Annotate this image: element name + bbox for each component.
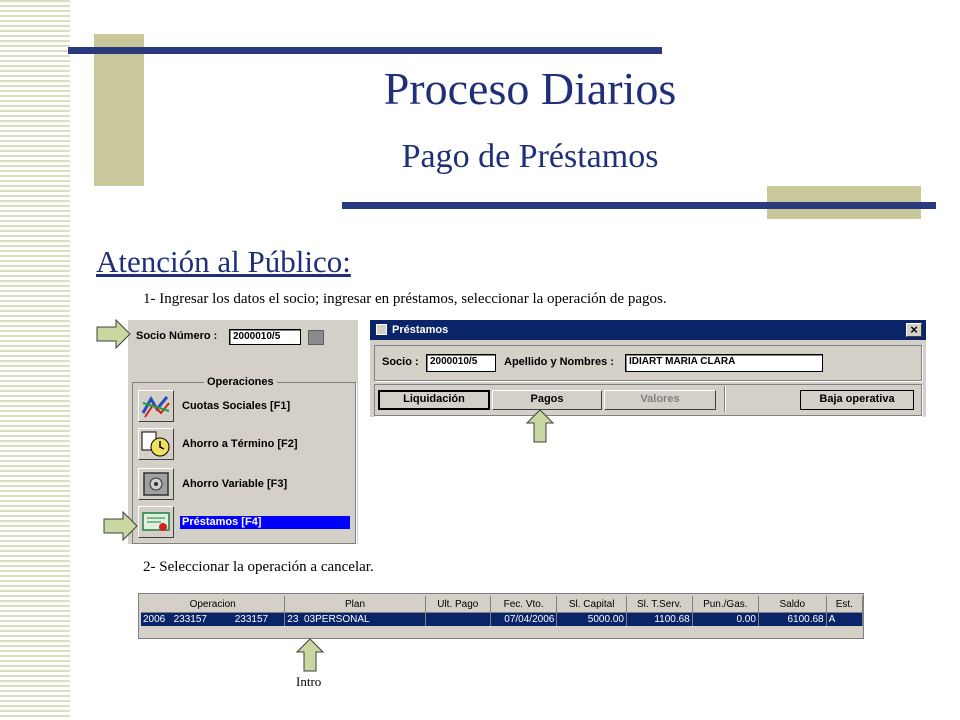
page-title: Proceso Diarios bbox=[383, 63, 677, 114]
arrow-right-icon bbox=[96, 319, 131, 349]
cell-pun-gas: 0.00 bbox=[692, 612, 759, 626]
baja-operativa-button[interactable]: Baja operativa bbox=[800, 390, 914, 410]
window-titlebar: Préstamos × bbox=[370, 320, 926, 340]
cell-sl-tserv: 1100.68 bbox=[626, 612, 693, 626]
lookup-button[interactable] bbox=[308, 330, 324, 345]
socio-numero-label: Socio Número : bbox=[136, 330, 218, 342]
table-row[interactable]: 2006 233157 233157 23 03PERSONAL 07/04/2… bbox=[141, 612, 863, 626]
socio-label: Socio : bbox=[382, 356, 419, 368]
intro-key-label: Intro bbox=[296, 674, 322, 689]
grid-header-ult-pago[interactable]: Ult. Pago bbox=[425, 596, 491, 613]
operation-item-cuotas[interactable]: Cuotas Sociales [F1] bbox=[138, 388, 348, 424]
separator bbox=[724, 386, 726, 412]
cuotas-icon bbox=[138, 390, 174, 422]
member-operations-panel: Socio Número : 2000010/5 Operaciones Cuo… bbox=[128, 320, 358, 544]
grid-header-sl-tserv[interactable]: Sl. T.Serv. bbox=[626, 596, 693, 613]
decorative-bar-top bbox=[68, 47, 662, 54]
operation-item-label-selected: Préstamos [F4] bbox=[180, 516, 350, 529]
page-subtitle: Pago de Préstamos bbox=[401, 138, 659, 175]
operations-grid: Operacion Plan Ult. Pago Fec. Vto. Sl. C… bbox=[138, 593, 864, 639]
arrow-up-icon bbox=[296, 638, 324, 672]
window-close-button[interactable]: × bbox=[906, 323, 922, 337]
operation-item-ahorro-termino[interactable]: Ahorro a Término [F2] bbox=[138, 426, 348, 462]
safe-icon bbox=[138, 468, 174, 500]
cell-saldo: 6100.68 bbox=[758, 612, 827, 626]
arrow-up-icon bbox=[526, 409, 554, 443]
operation-item-label: Cuotas Sociales [F1] bbox=[182, 400, 291, 412]
grid-header-sl-capital[interactable]: Sl. Capital bbox=[556, 596, 627, 613]
cell-sl-capital: 5000.00 bbox=[556, 612, 627, 626]
window-title: Préstamos bbox=[392, 324, 449, 336]
step-1-text: 1- Ingresar los datos el socio; ingresar… bbox=[143, 291, 667, 307]
operaciones-group-title: Operaciones bbox=[204, 376, 277, 388]
operation-item-ahorro-variable[interactable]: Ahorro Variable [F3] bbox=[138, 466, 348, 502]
operation-item-label: Ahorro a Término [F2] bbox=[182, 438, 298, 450]
pagos-button[interactable]: Pagos bbox=[492, 390, 602, 410]
liquidacion-button[interactable]: Liquidación bbox=[378, 390, 490, 410]
grid-header-saldo[interactable]: Saldo bbox=[758, 596, 827, 613]
clock-icon bbox=[138, 428, 174, 460]
decorative-stripes bbox=[0, 0, 70, 720]
valores-button[interactable]: Valores bbox=[604, 390, 716, 410]
nombre-field[interactable]: IDIART MARIA CLARA bbox=[625, 354, 823, 372]
arrow-right-icon bbox=[103, 511, 138, 541]
socio-numero-field[interactable]: 2000010/5 bbox=[229, 329, 301, 345]
grid-header-est[interactable]: Est. bbox=[826, 596, 863, 613]
grid-header-fec-vto[interactable]: Fec. Vto. bbox=[490, 596, 558, 613]
decorative-bar-right bbox=[342, 202, 936, 209]
cell-est: A bbox=[826, 612, 863, 626]
cell-fec-vto: 07/04/2006 bbox=[490, 612, 558, 626]
section-heading: Atención al Público: bbox=[96, 244, 351, 279]
grid-header-operacion[interactable]: Operacion bbox=[141, 596, 286, 613]
prestamos-window: Préstamos × Socio : 2000010/5 Apellido y… bbox=[370, 320, 926, 417]
nombre-label: Apellido y Nombres : bbox=[504, 356, 615, 368]
window-icon bbox=[376, 324, 387, 335]
grid-header-pun-gas[interactable]: Pun./Gas. bbox=[692, 596, 759, 613]
operation-item-prestamos[interactable]: Préstamos [F4] bbox=[138, 504, 350, 540]
operation-item-label: Ahorro Variable [F3] bbox=[182, 478, 288, 490]
step-2-text: 2- Seleccionar la operación a cancelar. bbox=[143, 559, 374, 575]
cell-plan: 23 03PERSONAL bbox=[284, 612, 426, 626]
decorative-block-top-left bbox=[94, 34, 144, 186]
cell-operacion: 2006 233157 233157 bbox=[141, 612, 286, 626]
grid-header-row: Operacion Plan Ult. Pago Fec. Vto. Sl. C… bbox=[141, 596, 863, 613]
grid-header-plan[interactable]: Plan bbox=[284, 596, 426, 613]
certificate-icon bbox=[138, 506, 174, 538]
socio-field[interactable]: 2000010/5 bbox=[426, 354, 496, 372]
cell-ult-pago bbox=[425, 612, 491, 626]
